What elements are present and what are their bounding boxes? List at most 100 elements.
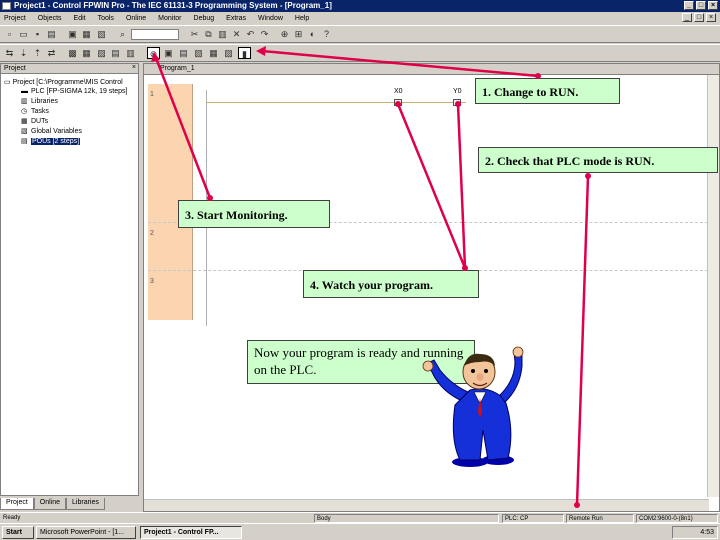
mdi-close-button[interactable]: × [706, 13, 716, 22]
status-mode: Remote Run [566, 514, 634, 523]
pane-close-icon[interactable]: × [132, 64, 136, 71]
tab-online[interactable]: Online [33, 498, 67, 510]
plc-icon: ▬ [21, 88, 28, 95]
watch-list-icon[interactable]: ▤ [177, 47, 190, 59]
plc-settings-icon[interactable]: ▩ [66, 47, 79, 59]
tree-item-label: Tasks [31, 108, 49, 115]
menu-debug[interactable]: Debug [194, 15, 215, 22]
toolbar-combo[interactable] [131, 29, 179, 40]
menu-help[interactable]: Help [295, 15, 309, 22]
standard-toolbar: ▫ ▭ ▪ ▤ ▣ ▦ ▧ ⌕ ✂ ⧉ ▥ ✕ ↶ ↷ ⊕ ⊞ ◐ ? [0, 25, 720, 43]
menu-objects[interactable]: Objects [38, 15, 62, 22]
save-project-icon[interactable]: ▪ [31, 28, 44, 40]
find-icon[interactable]: ⌕ [116, 28, 129, 40]
plc-mode-icon[interactable]: ▮ [238, 47, 251, 59]
new-project-icon[interactable]: ▫ [3, 28, 16, 40]
tree-item-tasks[interactable]: ◷ Tasks [21, 108, 49, 115]
menu-tools[interactable]: Tools [98, 15, 114, 22]
set-reset-icon[interactable]: ▦ [207, 47, 220, 59]
tree-item-label: Libraries [31, 98, 58, 105]
desktop-screen: Project1 - Control FPWIN Pro - The IEC 6… [0, 0, 720, 540]
help-icon[interactable]: ? [320, 28, 333, 40]
menu-edit[interactable]: Edit [74, 15, 86, 22]
online-toolbar: ⇆ ⇣ ⇡ ⇄ ▩ ▦ ▨ ▤ ▥ ⊗ ▣ ▤ ▧ ▦ ▨ ▮ [0, 44, 720, 62]
libraries-icon: ▥ [21, 98, 28, 105]
navigator-tabs: Project Online Libraries [0, 498, 139, 510]
windows-taskbar: Start Microsoft PowerPoint - [1... Proje… [0, 523, 720, 540]
task-label: Project1 - Control FP... [144, 529, 219, 536]
check-icon[interactable]: ▦ [80, 28, 93, 40]
tree-item-label: Global Variables [31, 128, 82, 135]
coil-label: Y0 [453, 88, 462, 95]
redo-icon[interactable]: ↷ [258, 28, 271, 40]
project-root-icon: ▭ [4, 79, 11, 86]
diagnostics-icon[interactable]: ▦ [80, 47, 93, 59]
zoom-icon[interactable]: ⊞ [292, 28, 305, 40]
start-button[interactable]: Start [2, 526, 34, 539]
tab-libraries[interactable]: Libraries [66, 498, 105, 510]
app-icon [2, 2, 11, 10]
upload-icon[interactable]: ⇡ [31, 47, 44, 59]
mdi-minimize-button[interactable]: _ [682, 13, 692, 22]
callout-step3: 3. Start Monitoring. [178, 200, 330, 228]
close-button[interactable]: × [708, 1, 718, 10]
monitoring-icon[interactable]: ⊗ [147, 47, 160, 59]
memory-icon[interactable]: ▨ [95, 47, 108, 59]
menu-extras[interactable]: Extras [226, 15, 246, 22]
rung-number: 2 [150, 230, 154, 237]
pous-icon: ▤ [21, 138, 28, 145]
compile-icon[interactable]: ▣ [66, 28, 79, 40]
project-root-label: Project [C:\Programme\MIS Control [12, 79, 123, 86]
menu-window[interactable]: Window [258, 15, 283, 22]
online-mode-icon[interactable]: ⇆ [3, 47, 16, 59]
tree-item-plc[interactable]: ▬ PLC [FP-SIGMA 12k, 19 steps] [21, 88, 127, 95]
toggle-icon[interactable]: ◐ [306, 28, 319, 40]
transfer-icon[interactable]: ⇄ [45, 47, 58, 59]
tree-item-libraries[interactable]: ▥ Libraries [21, 98, 58, 105]
minimize-button[interactable]: _ [684, 1, 694, 10]
menu-project[interactable]: Project [4, 15, 26, 22]
tree-root-project[interactable]: ▭ Project [C:\Programme\MIS Control [4, 78, 123, 86]
paste-icon[interactable]: ▥ [216, 28, 229, 40]
taskbar-item-fpwin[interactable]: Project1 - Control FP... [140, 526, 242, 539]
print-icon[interactable]: ▤ [45, 28, 58, 40]
callout-step1: 1. Change to RUN. [475, 78, 620, 104]
tree-item-global-variables[interactable]: ▧ Global Variables [21, 128, 82, 135]
taskbar-item-powerpoint[interactable]: Microsoft PowerPoint - [1... [36, 526, 136, 539]
open-project-icon[interactable]: ▭ [17, 28, 30, 40]
download-icon[interactable]: ⇣ [17, 47, 30, 59]
tree-item-pous[interactable]: ▤ POUs [2 steps] [21, 138, 81, 145]
menu-monitor[interactable]: Monitor [158, 15, 181, 22]
editor-title: Program_1 [160, 65, 195, 72]
tab-project[interactable]: Project [0, 498, 34, 510]
delete-icon[interactable]: ✕ [230, 28, 243, 40]
clock: 4:53 [700, 529, 714, 536]
copy-icon[interactable]: ⧉ [202, 28, 215, 40]
rung-number: 3 [150, 278, 154, 285]
contact-x0[interactable] [394, 99, 402, 106]
maximize-button[interactable]: □ [696, 1, 706, 10]
timer-icon[interactable]: ▨ [222, 47, 235, 59]
status-bar: Ready Body PLC: CP Remote Run COM2:9600-… [0, 512, 720, 523]
mdi-restore-button[interactable]: □ [694, 13, 704, 22]
rung-number: 1 [150, 91, 154, 98]
tree-item-label: PLC [FP-SIGMA 12k, 19 steps] [31, 88, 128, 95]
monitor-variable-icon[interactable]: ▣ [162, 47, 175, 59]
callout-final: Now your program is ready and running on… [247, 340, 475, 384]
project-navigator: Project × ▭ Project [C:\Programme\MIS Co… [0, 63, 139, 496]
menu-online[interactable]: Online [126, 15, 146, 22]
global-variables-icon: ▧ [21, 128, 28, 135]
coil-y0[interactable] [453, 99, 461, 106]
vertical-scrollbar[interactable] [707, 75, 719, 497]
cut-icon[interactable]: ✂ [188, 28, 201, 40]
undo-icon[interactable]: ↶ [244, 28, 257, 40]
force-icon[interactable]: ▧ [192, 47, 205, 59]
insert-icon[interactable]: ⊕ [278, 28, 291, 40]
horizontal-scrollbar[interactable] [144, 499, 709, 511]
system-tray: 4:53 [672, 526, 718, 539]
status-icon[interactable]: ▥ [124, 47, 137, 59]
tasks-icon: ◷ [21, 108, 28, 115]
object-icon[interactable]: ▧ [95, 28, 108, 40]
tree-item-duts[interactable]: ▦ DUTs [21, 118, 48, 125]
io-map-icon[interactable]: ▤ [109, 47, 122, 59]
